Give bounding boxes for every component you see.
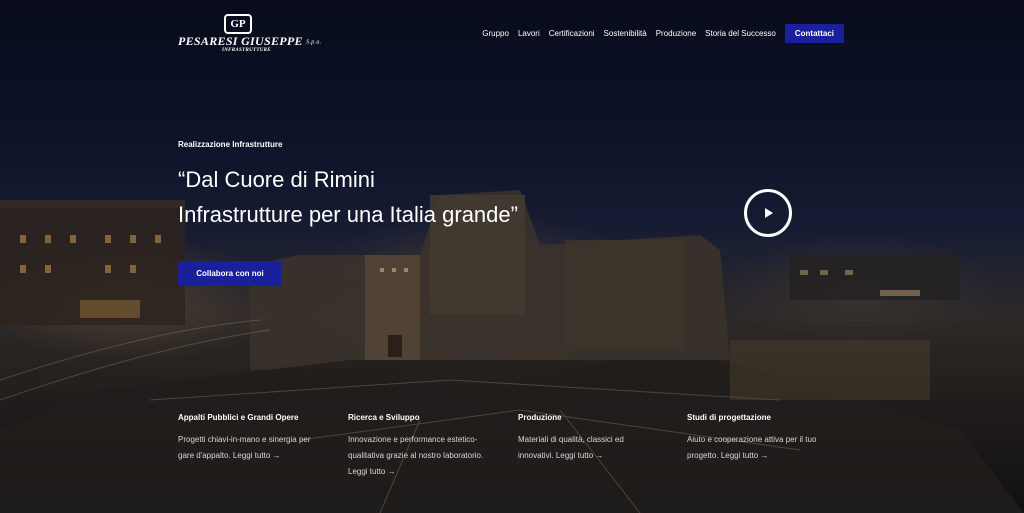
headline-line-1: “Dal Cuore di Rimini [178,167,375,192]
feature-progettazione: Studi di progettazione Aiuto e cooperazi… [687,413,817,464]
feature-desc: Materiali di qualità, classici ed innova… [518,432,643,464]
feature-title: Ricerca e Sviluppo [348,413,420,422]
hero-eyebrow: Realizzazione Infrastrutture [178,140,283,149]
leggi-tutto-link[interactable]: Leggi tutto → [233,451,281,460]
feature-desc: Progetti chiavi-in-mano e sinergia per g… [178,432,318,464]
company-logo[interactable]: GP PESARESI GIUSEPPE S.p.a. INFRASTRUTTU… [178,14,321,54]
feature-title: Studi di progettazione [687,413,771,422]
nav-item-certificazioni[interactable]: Certificazioni [549,29,595,38]
logo-spa: S.p.a. [306,39,322,46]
logo-subtitle: INFRASTRUTTURE [222,48,271,53]
leggi-tutto-link[interactable]: Leggi tutto → [556,451,604,460]
feature-desc-text: Innovazione e performance estetico-quali… [348,435,484,460]
nav-item-gruppo[interactable]: Gruppo [482,29,509,38]
feature-title: Produzione [518,413,562,422]
nav-item-produzione[interactable]: Produzione [656,29,696,38]
hero-headline: “Dal Cuore di Rimini Infrastrutture per … [178,162,638,232]
feature-appalti: Appalti Pubblici e Grandi Opere Progetti… [178,413,318,464]
leggi-tutto-link[interactable]: Leggi tutto → [348,467,396,476]
feature-title: Appalti Pubblici e Grandi Opere [178,413,299,422]
nav-item-sostenibilita[interactable]: Sostenibilità [604,29,647,38]
feature-desc: Innovazione e performance estetico-quali… [348,432,488,480]
feature-desc: Aiuto e cooperazione attiva per il tuo p… [687,432,817,464]
nav-item-lavori[interactable]: Lavori [518,29,540,38]
main-nav: Gruppo Lavori Certificazioni Sostenibili… [473,23,844,43]
logo-mark: GP [224,14,252,34]
leggi-tutto-link[interactable]: Leggi tutto → [721,451,769,460]
play-icon [765,208,773,218]
logo-name: PESARESI GIUSEPPE S.p.a. [178,34,321,49]
nav-item-storia[interactable]: Storia del Successo [705,29,776,38]
play-video-button[interactable] [744,189,792,237]
feature-ricerca: Ricerca e Sviluppo Innovazione e perform… [348,413,488,480]
feature-produzione: Produzione Materiali di qualità, classic… [518,413,643,464]
collabora-button[interactable]: Collabora con noi [178,261,282,286]
headline-line-2: Infrastrutture per una Italia grande” [178,202,518,227]
contattaci-button[interactable]: Contattaci [784,23,844,43]
dark-overlay [0,0,1024,513]
logo-name-text: PESARESI GIUSEPPE [178,34,303,48]
